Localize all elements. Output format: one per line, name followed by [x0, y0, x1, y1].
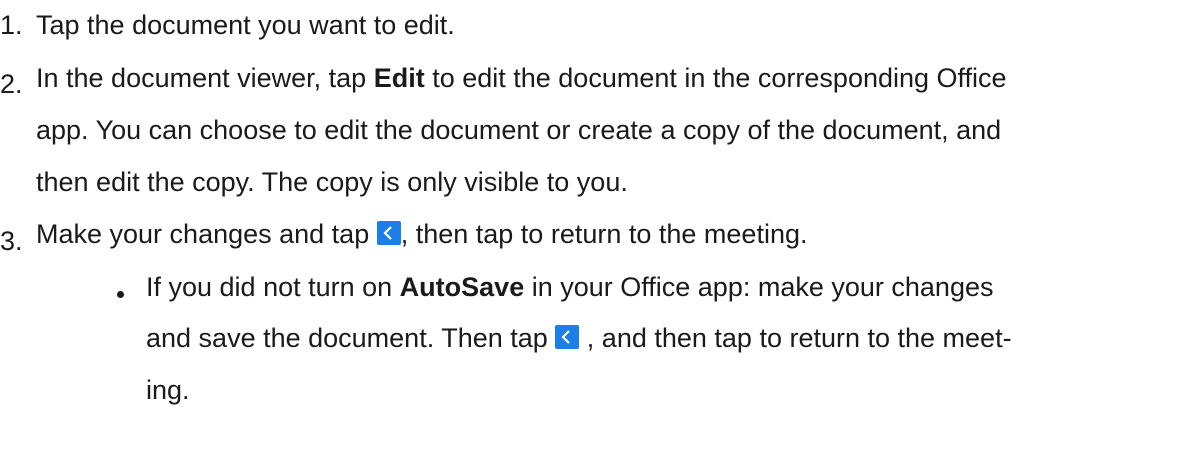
step-2-line-1-pre: In the document viewer, tap [36, 63, 374, 93]
back-chevron-icon [376, 221, 401, 245]
edit-label: Edit [373, 63, 425, 93]
step-3-pre: Make your changes and tap [36, 219, 377, 249]
back-chevron-icon [555, 325, 580, 349]
step-1-number: 1. [0, 10, 23, 40]
autosave-label: AutoSave [399, 272, 525, 302]
step-3-post: , then tap to return to the meeting. [400, 219, 808, 249]
step-1-text: Tap the document you want to edit. [36, 10, 455, 40]
step-2-line-1-post: to edit the document in the correspondin… [424, 63, 1007, 93]
note-line-1-pre: If you did not turn on [146, 272, 400, 302]
note-line-2: and save the document. Then tap , and th… [146, 323, 1012, 353]
step-3-number: 3. [0, 226, 23, 256]
step-2-line-3: then edit the copy. The copy is only vis… [36, 167, 628, 197]
note-line-2-post: , and then tap to return to the meet- [579, 323, 1012, 353]
bullet-marker [117, 291, 124, 298]
note-line-1: If you did not turn on AutoSave in your … [146, 272, 993, 302]
step-3-text: Make your changes and tap , then tap to … [36, 219, 807, 249]
note-line-2-pre: and save the document. Then tap [146, 323, 556, 353]
step-2-number: 2. [0, 69, 23, 99]
note-line-3: ing. [146, 375, 190, 405]
step-2-line-2: app. You can choose to edit the document… [36, 115, 1002, 145]
note-line-1-post: in your Office app: make your changes [524, 272, 994, 302]
step-2-line-1: In the document viewer, tap Edit to edit… [36, 63, 1007, 93]
